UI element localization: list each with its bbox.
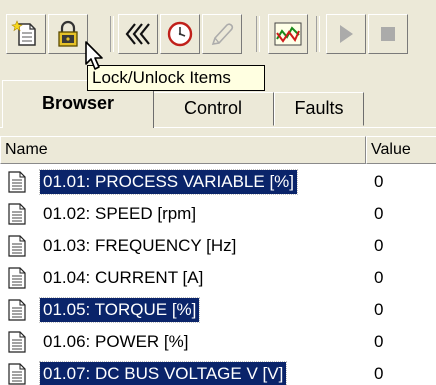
item-name: 01.01: PROCESS VARIABLE [%] xyxy=(38,169,299,195)
toolbar-separator xyxy=(256,16,260,52)
list-item[interactable]: 01.06: POWER [%] 0 xyxy=(0,326,436,358)
list-item[interactable]: 01.07: DC BUS VOLTAGE V [V] 0 xyxy=(0,358,436,385)
lock-unlock-button[interactable] xyxy=(48,14,88,54)
item-value: 0 xyxy=(374,268,384,287)
mouse-cursor-icon xyxy=(85,41,103,70)
stop-button[interactable] xyxy=(368,14,408,54)
item-value: 0 xyxy=(374,236,384,255)
list-header: Name Value xyxy=(0,136,436,164)
document-icon xyxy=(8,267,26,289)
tab-label: Browser xyxy=(41,93,115,113)
item-list: Name Value 01.01: PROCESS VARIABLE [%] 0 0… xyxy=(0,136,436,385)
document-icon xyxy=(8,203,26,225)
column-header-name[interactable]: Name xyxy=(0,136,366,164)
document-icon xyxy=(8,363,26,385)
item-name: 01.05: TORQUE [%] xyxy=(38,297,201,323)
item-name: 01.04: CURRENT [A] xyxy=(43,268,204,287)
item-value: 0 xyxy=(374,300,384,319)
item-value: 0 xyxy=(374,332,384,351)
item-value: 0 xyxy=(374,172,384,191)
list-item[interactable]: 01.03: FREQUENCY [Hz] 0 xyxy=(0,230,436,262)
play-button[interactable] xyxy=(326,14,366,54)
tooltip: Lock/Unlock Items xyxy=(87,65,265,91)
new-item-button[interactable] xyxy=(6,14,46,54)
document-icon xyxy=(8,171,26,193)
app-window: Browser Control Faults Lock/Unlock Items… xyxy=(0,0,436,385)
document-icon xyxy=(8,235,26,257)
toolbar-separator xyxy=(110,16,114,52)
item-name: 01.03: FREQUENCY [Hz] xyxy=(43,236,237,255)
list-item[interactable]: 01.02: SPEED [rpm] 0 xyxy=(0,198,436,230)
item-value: 0 xyxy=(374,204,384,223)
list-item[interactable]: 01.01: PROCESS VARIABLE [%] 0 xyxy=(0,166,436,198)
item-name: 01.06: POWER [%] xyxy=(43,332,189,351)
column-header-value[interactable]: Value xyxy=(366,136,436,164)
trend-button[interactable] xyxy=(268,14,308,54)
toolbar xyxy=(0,0,436,66)
tab-label: Faults xyxy=(294,98,344,118)
document-icon xyxy=(8,299,26,321)
tab-faults[interactable]: Faults xyxy=(274,92,364,126)
item-value: 0 xyxy=(374,364,384,383)
item-name: 01.07: DC BUS VOLTAGE V [V] xyxy=(38,361,288,385)
toolbar-separator xyxy=(316,16,320,52)
rewind-button[interactable] xyxy=(118,14,158,54)
clock-button[interactable] xyxy=(160,14,200,54)
item-name: 01.02: SPEED [rpm] xyxy=(43,204,197,223)
list-item[interactable]: 01.04: CURRENT [A] 0 xyxy=(0,262,436,294)
tab-label: Control xyxy=(183,98,243,118)
tab-control[interactable]: Control xyxy=(152,92,274,126)
edit-button[interactable] xyxy=(202,14,242,54)
list-item[interactable]: 01.05: TORQUE [%] 0 xyxy=(0,294,436,326)
document-icon xyxy=(8,331,26,353)
